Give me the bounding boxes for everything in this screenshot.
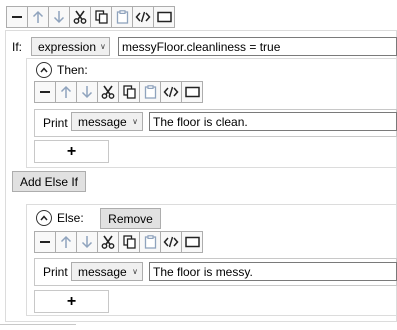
scissors-icon <box>101 85 115 99</box>
arrow-up-icon <box>60 235 72 249</box>
top-arrow-down-button <box>48 6 70 28</box>
scissors-icon <box>101 235 115 249</box>
then-arrow-up-button <box>55 81 77 103</box>
rectangle-icon <box>184 86 200 98</box>
remove-else-button[interactable]: Remove <box>100 208 161 229</box>
arrow-down-icon <box>81 85 93 99</box>
else-print-type-value: message <box>78 264 127 279</box>
top-code-button[interactable] <box>132 6 154 28</box>
then-arrow-down-button <box>76 81 98 103</box>
then-code-button[interactable] <box>160 81 182 103</box>
paste-icon <box>144 85 157 99</box>
else-label: Else: <box>57 211 84 225</box>
else-print-type-select[interactable]: message ∨ <box>71 262 143 281</box>
chevron-down-icon: ∨ <box>100 42 106 51</box>
else-toolbar <box>34 231 203 253</box>
condition-expression-input[interactable]: messyFloor.cleanliness = true <box>118 37 397 56</box>
copy-icon <box>122 235 136 249</box>
then-copy-button[interactable] <box>118 81 140 103</box>
bottom-divider <box>0 324 76 325</box>
plus-icon: + <box>66 142 77 160</box>
then-scissors-button[interactable] <box>97 81 119 103</box>
then-add-statement-button[interactable]: + <box>34 140 109 163</box>
else-scissors-button[interactable] <box>97 231 119 253</box>
code-icon <box>135 11 151 23</box>
then-print-type-select[interactable]: message ∨ <box>71 112 143 131</box>
plus-icon: + <box>66 292 77 310</box>
condition-type-select[interactable]: expression ∨ <box>31 37 110 56</box>
copy-icon <box>94 10 108 24</box>
top-scissors-button[interactable] <box>69 6 91 28</box>
else-rectangle-button[interactable] <box>181 231 203 253</box>
chevron-down-icon: ∨ <box>132 267 138 276</box>
else-arrow-up-button <box>55 231 77 253</box>
then-print-type-value: message <box>78 114 127 129</box>
then-message-input[interactable]: The floor is clean. <box>149 112 397 131</box>
else-copy-button[interactable] <box>118 231 140 253</box>
copy-icon <box>122 85 136 99</box>
arrow-down-icon <box>81 235 93 249</box>
then-rectangle-button[interactable] <box>181 81 203 103</box>
code-icon <box>163 86 179 98</box>
minus-icon <box>39 86 51 98</box>
then-toolbar <box>34 81 203 103</box>
top-rectangle-button[interactable] <box>153 6 175 28</box>
else-arrow-down-button <box>76 231 98 253</box>
then-label: Then: <box>57 63 88 77</box>
top-minus-button[interactable] <box>6 6 28 28</box>
scissors-icon <box>73 10 87 24</box>
collapse-then-toggle[interactable] <box>36 62 52 78</box>
then-minus-button[interactable] <box>34 81 56 103</box>
then-paste-button <box>139 81 161 103</box>
arrow-up-icon <box>32 10 44 24</box>
chevron-up-icon <box>40 215 48 221</box>
else-paste-button <box>139 231 161 253</box>
top-toolbar <box>6 6 175 28</box>
add-else-if-button[interactable]: Add Else If <box>12 171 86 192</box>
top-arrow-up-button <box>27 6 49 28</box>
code-icon <box>163 236 179 248</box>
top-copy-button[interactable] <box>90 6 112 28</box>
top-paste-button <box>111 6 133 28</box>
arrow-down-icon <box>53 10 65 24</box>
then-print-label: Print <box>43 116 68 130</box>
arrow-up-icon <box>60 85 72 99</box>
paste-icon <box>144 235 157 249</box>
minus-icon <box>11 11 23 23</box>
chevron-up-icon <box>40 67 48 73</box>
else-print-label: Print <box>43 265 68 279</box>
else-code-button[interactable] <box>160 231 182 253</box>
condition-type-value: expression <box>38 39 97 54</box>
collapse-else-toggle[interactable] <box>36 210 52 226</box>
else-add-statement-button[interactable]: + <box>34 290 109 313</box>
if-label: If: <box>12 40 23 54</box>
rectangle-icon <box>156 11 172 23</box>
paste-icon <box>116 10 129 24</box>
chevron-down-icon: ∨ <box>132 117 138 126</box>
minus-icon <box>39 236 51 248</box>
else-minus-button[interactable] <box>34 231 56 253</box>
else-message-input[interactable]: The floor is messy. <box>149 262 397 281</box>
rectangle-icon <box>184 236 200 248</box>
